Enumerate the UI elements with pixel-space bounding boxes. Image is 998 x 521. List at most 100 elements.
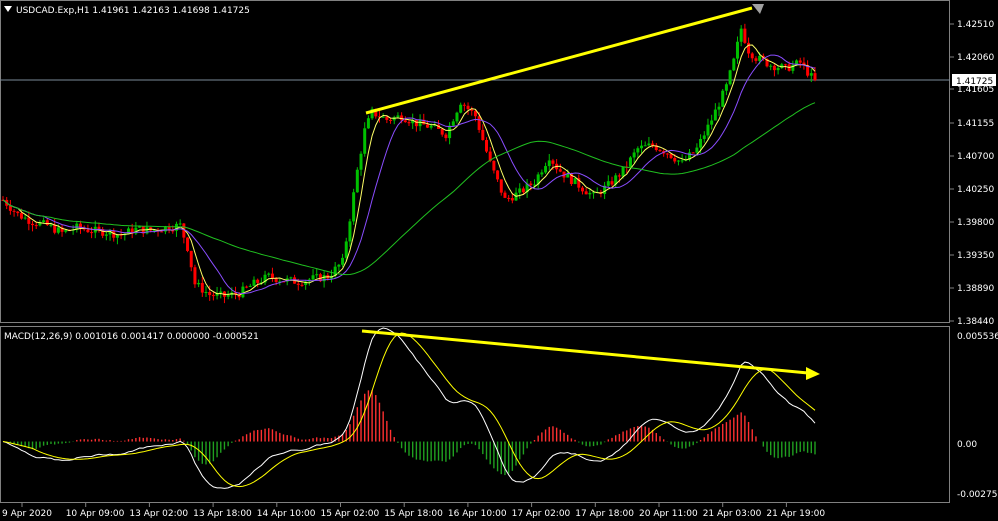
moving-averages [2,44,816,296]
candle-body [344,241,348,258]
trading-chart[interactable]: USDCAD.Exp,H1 1.41961 1.42163 1.41698 1.… [0,0,998,521]
candle-body [798,60,802,63]
candle-body [197,282,201,285]
ma-fast-line [2,44,816,296]
candle-body [632,152,636,158]
macd-trendline[interactable] [361,329,809,375]
candle-body [451,121,455,126]
candle-body [691,152,695,154]
candle-body [407,122,411,124]
candle-body [219,291,223,293]
time-tick-label: 17 Apr 18:00 [575,509,634,519]
candle-body [414,119,418,127]
candle-body [396,115,400,118]
candle-body [267,273,271,275]
candle-body [366,118,370,129]
time-tick-label: 21 Apr 03:00 [703,509,762,519]
candle-body [758,55,762,61]
candle-body [776,67,780,71]
candle-body [385,116,389,120]
candle-body [352,192,356,222]
candle-body [186,237,190,251]
price-tick-label: 1.39800 [957,218,994,228]
candle-body [425,124,429,128]
time-axis: 9 Apr 2020 10 Apr 09:00 13 Apr 02:00 13 Apr… [2,503,825,519]
candle-body [42,220,46,223]
price-tick-label: 1.38890 [957,284,994,294]
candle-body [544,166,548,173]
candle-body [355,169,359,193]
time-tick-label: 16 Apr 10:00 [448,509,507,519]
price-tick-label: 1.40250 [957,185,994,195]
candle-body [636,148,640,153]
candle-body [56,227,60,233]
price-tick-label: 1.41605 [957,85,994,95]
trendline-arrowhead [752,4,764,14]
candle-body [208,292,212,296]
time-tick-label: 9 Apr 2020 [2,509,52,519]
price-panel-frame [0,0,950,323]
price-trendline[interactable] [365,6,753,115]
price-tick-label: 1.40700 [957,152,994,162]
candle-body [16,211,20,214]
candle-body [429,125,433,128]
candle-body [193,267,197,285]
candle-body [783,64,787,66]
candle-body [300,284,304,286]
candle-body [171,230,175,232]
candle-body [448,125,452,139]
candle-body [496,170,500,180]
price-tick-label: 1.41155 [957,119,994,129]
candle-body [658,150,662,152]
candle-body [706,124,710,136]
candle-body [551,160,555,164]
time-tick-label: 10 Apr 09:00 [66,509,125,519]
candle-body [702,135,706,139]
candle-body [628,157,632,167]
candle-body [643,145,647,147]
candle-body [245,286,249,288]
candle-body [743,28,747,43]
price-tick-label: 1.39350 [957,251,994,261]
macd-signal-line [2,332,816,488]
candle-body [252,279,256,286]
macd-tick-label: -0.002752 [957,490,998,500]
candle-body [588,192,592,195]
candle-body [610,181,614,185]
candle-body [418,119,422,127]
time-tick-label: 20 Apr 11:00 [639,509,698,519]
candle-body [204,292,208,294]
ma-long-line [2,102,816,276]
candle-body [665,153,669,155]
candle-body [735,41,739,59]
candle-body [23,217,27,219]
candle-body [226,294,230,297]
symbol-dropdown-icon[interactable] [4,6,12,12]
macd-tick-label: 0.005536 [957,332,998,342]
candle-body [270,273,274,279]
candle-body [717,106,721,110]
candle-body [200,282,204,293]
candle-body [532,184,536,186]
macd-main-line [2,327,816,489]
candle-body [163,226,167,232]
candle-body [27,217,31,224]
candle-body [481,129,485,141]
candle-body [769,65,773,67]
price-tick-label: 1.42060 [957,53,994,63]
candle-body [31,223,35,226]
candle-body [503,192,507,198]
candle-body [49,224,53,226]
candle-body [485,140,489,152]
candle-body [813,73,817,81]
candlestick-series [1,23,817,304]
ma-slow-line [2,54,816,295]
candle-body [178,223,182,225]
time-tick-label: 21 Apr 19:00 [766,509,825,519]
candle-body [695,147,699,153]
candle-body [455,112,459,122]
candle-body [296,283,300,285]
candle-body [732,58,736,71]
candle-body [34,225,38,227]
candle-body [573,178,577,185]
